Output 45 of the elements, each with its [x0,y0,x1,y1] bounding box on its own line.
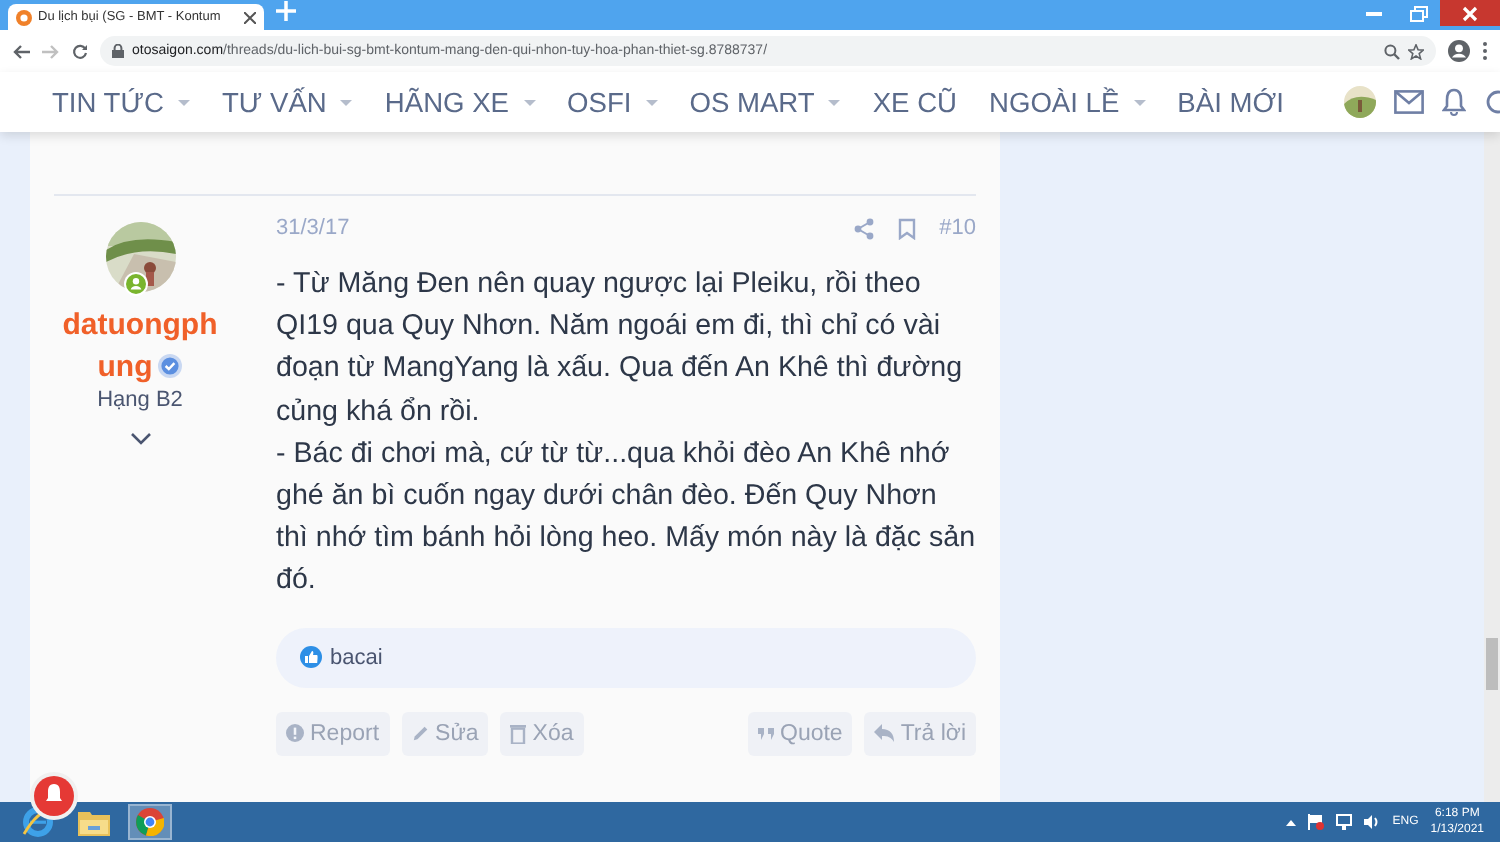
reactions-bar[interactable]: bacai [276,627,976,688]
network-icon[interactable] [1336,814,1353,830]
reply-icon [874,724,895,743]
nav-menu-item[interactable]: TƯ VẤN [221,87,353,117]
profile-icon[interactable] [1448,40,1470,62]
volume-icon[interactable] [1364,814,1381,830]
reload-icon[interactable] [72,43,88,59]
quote-icon [758,727,774,740]
pencil-icon [411,724,430,743]
close-icon [1462,5,1478,21]
reaction-users[interactable]: bacai [330,645,383,670]
restore-icon[interactable] [1409,5,1427,21]
star-icon[interactable] [1408,43,1424,59]
close-icon[interactable] [244,11,256,23]
site-favicon-icon [16,9,32,25]
chevron-down-icon[interactable] [129,432,151,446]
zoom-icon[interactable] [1384,43,1400,59]
scrollbar-thumb[interactable] [1486,638,1498,690]
user-avatar[interactable] [1344,86,1376,118]
notification-bell-icon[interactable] [30,772,78,820]
trash-icon [510,723,527,744]
post-message: - Từ Măng Đen nên quay ngược lại Pleiku, rồi theo QI19 qua Quy Nhơn. Năm ngoái em đi, thì chỉ có vài đoạn từ MangYang là xấu. Qua đến An Khê thì đường củng khá ổn rồi. - Bác đi chơi mà, cứ từ từ...qua khỏi đèo An Khê nhớ ghé ăn bì cuốn ngay dưới chân đèo. Đến Quy Nhơn thì nhớ tìm bánh hỏi lòng heo. Mấy món này là đặc sản đó. [276,266,976,601]
chrome-taskbar-icon[interactable] [128,804,172,840]
menu-icon[interactable] [1482,42,1488,60]
like-icon [300,646,322,669]
user-rank: Hạng B2 [97,388,183,412]
nav-menu-item[interactable]: NGOÀI LỀ [989,87,1146,117]
new-tab-icon[interactable] [276,0,296,24]
mail-icon[interactable] [1394,90,1424,114]
search-icon[interactable] [1484,89,1500,115]
minimize-icon[interactable] [1366,10,1382,16]
flag-icon[interactable] [1308,814,1325,830]
nav-menu-item[interactable]: TIN TỨC [52,87,190,117]
back-icon[interactable] [12,43,30,59]
nav-menu-item[interactable]: OS MART [689,87,841,117]
nav-menu-item[interactable]: HÃNG XE [384,87,536,117]
alert-icon [286,724,304,743]
nav-menu-item[interactable]: XE CŨ [872,87,957,117]
tray-arrow-icon[interactable] [1286,819,1297,825]
bell-icon[interactable] [1442,88,1466,116]
lock-icon[interactable] [112,44,124,58]
close-button[interactable] [1440,0,1500,26]
username-link[interactable]: datuongphung [54,304,226,388]
nav-menu-item[interactable]: OSFI [567,87,658,117]
nav-menu-item[interactable]: BÀI MỚI [1177,87,1284,117]
